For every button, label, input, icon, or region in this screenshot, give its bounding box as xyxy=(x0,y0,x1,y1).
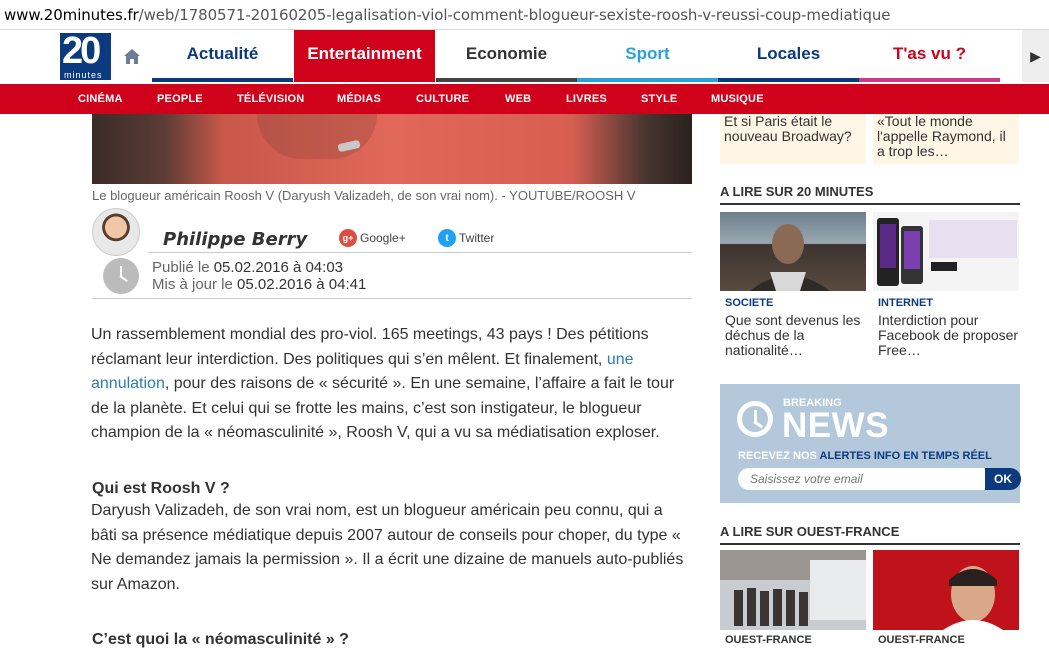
published-value: 05.02.2016 à 04:03 xyxy=(213,259,344,276)
tab-actualite[interactable]: Actualité xyxy=(152,30,293,82)
share-twitter-button[interactable]: t Twitter xyxy=(438,229,494,247)
section-title-20minutes: A LIRE SUR 20 MINUTES xyxy=(720,184,1020,205)
email-field[interactable] xyxy=(738,468,985,490)
photo-caption: Le blogueur américain Roosh V (Daryush V… xyxy=(92,188,636,203)
google-plus-icon: g+ xyxy=(339,229,357,247)
ok-button[interactable]: OK xyxy=(985,468,1021,490)
share-twitter-label: Twitter xyxy=(459,231,495,245)
subnav-television[interactable]: TÉLÉVISION xyxy=(237,93,304,105)
phones-image xyxy=(873,212,1019,291)
address-bar[interactable]: www.20minutes.fr/web/1780571-20160205-le… xyxy=(0,0,1049,30)
intro-text-2: , pour des raisons de « sécurité ». En u… xyxy=(91,375,675,441)
item-title[interactable]: Que sont devenus les déchus de la nation… xyxy=(725,313,871,358)
related-card[interactable]: Et si Paris était le nouveau Broadway? xyxy=(720,114,866,164)
article-photo xyxy=(92,114,692,184)
alerts-text-highlight: ALERTES INFO EN TEMPS RÉEL xyxy=(819,450,992,462)
logo-word: minutes xyxy=(64,70,103,80)
related-title: Et si Paris était le nouveau Broadway? xyxy=(724,114,852,144)
subnav-people[interactable]: PEOPLE xyxy=(157,93,203,105)
subnav-cinema[interactable]: CINÉMA xyxy=(78,93,123,105)
tab-locales[interactable]: Locales xyxy=(718,30,859,82)
portrait-image xyxy=(943,566,1003,630)
related-card[interactable]: «Tout le monde l'appelle Raymond, il a t… xyxy=(873,114,1019,164)
portrait-image xyxy=(750,224,830,291)
published-date: Publié le 05.02.2016 à 04:03 xyxy=(152,259,343,276)
subnav-culture[interactable]: CULTURE xyxy=(416,93,469,105)
heading-qui-est: Qui est Roosh V ? xyxy=(92,480,230,497)
alerts-text-before: RECEVEZ NOS xyxy=(738,450,820,462)
tab-sport[interactable]: Sport xyxy=(577,30,718,82)
paragraph-qui-est: Daryush Valizadeh, de son vrai nom, est … xyxy=(91,502,684,593)
share-google-label: Google+ xyxy=(360,231,406,245)
heading-neomasculinite: C’est quoi la « néomasculinité » ? xyxy=(92,631,349,648)
item-tag: INTERNET xyxy=(878,297,933,309)
author-avatar xyxy=(92,208,140,256)
thumbnail-ouest-france[interactable] xyxy=(720,550,866,630)
paragraph-intro: Un rassemblement mondial des pro-viol. 1… xyxy=(91,323,691,446)
published-label: Publié le xyxy=(152,259,210,276)
url-text[interactable]: www.20minutes.fr/web/1780571-20160205-le… xyxy=(4,6,891,24)
nav-next-arrow[interactable]: ▶ xyxy=(1022,30,1049,82)
url-domain: www.20minutes.fr xyxy=(4,6,139,24)
sub-nav: CINÉMA PEOPLE TÉLÉVISION MÉDIAS CULTURE … xyxy=(0,84,1049,114)
twitter-icon: t xyxy=(438,229,456,247)
url-path: /web/1780571-20160205-legalisation-viol-… xyxy=(138,6,891,24)
divider xyxy=(148,252,692,253)
logo-number: 20 xyxy=(62,30,101,72)
subnav-livres[interactable]: LIVRES xyxy=(566,93,607,105)
subnav-web[interactable]: WEB xyxy=(505,93,531,105)
news-label: NEWS xyxy=(782,406,889,445)
subnav-musique[interactable]: MUSIQUE xyxy=(711,93,764,105)
divider xyxy=(92,298,692,299)
author-name[interactable]: Philippe Berry xyxy=(163,229,307,250)
site-logo[interactable]: 20 minutes xyxy=(60,30,111,80)
chevron-right-icon: ▶ xyxy=(1030,47,1041,64)
item-tag: OUEST-FRANCE xyxy=(725,634,812,646)
share-google-button[interactable]: g+ Google+ xyxy=(339,229,406,247)
alerts-text: RECEVEZ NOS ALERTES INFO EN TEMPS RÉEL xyxy=(738,450,992,462)
tab-tas-vu[interactable]: T'as vu ? xyxy=(859,30,1000,82)
updated-value: 05.02.2016 à 04:41 xyxy=(237,276,367,293)
clock-icon xyxy=(103,258,139,294)
home-icon xyxy=(124,48,140,64)
breaking-news-box: BREAKING NEWS RECEVEZ NOS ALERTES INFO E… xyxy=(720,384,1021,503)
home-button[interactable] xyxy=(112,30,152,82)
item-title[interactable]: Interdiction pour Facebook de proposer F… xyxy=(878,313,1024,358)
section-title-ouest-france: A LIRE SUR OUEST-FRANCE xyxy=(720,524,1020,545)
clock-icon xyxy=(737,401,773,437)
group-photo xyxy=(720,550,866,626)
related-title: «Tout le monde l'appelle Raymond, il a t… xyxy=(877,114,1006,159)
intro-text-1: Un rassemblement mondial des pro-viol. 1… xyxy=(91,326,649,368)
item-tag: OUEST-FRANCE xyxy=(878,634,965,646)
subnav-style[interactable]: STYLE xyxy=(641,93,677,105)
subnav-medias[interactable]: MÉDIAS xyxy=(337,93,381,105)
thumbnail-internet[interactable] xyxy=(873,212,1019,291)
updated-date: Mis à jour le 05.02.2016 à 04:41 xyxy=(152,276,366,293)
thumbnail-societe[interactable] xyxy=(720,212,866,291)
tab-economie[interactable]: Economie xyxy=(436,30,577,82)
item-tag: SOCIETE xyxy=(725,297,774,309)
main-nav: 20 minutes Actualité Entertainment Econo… xyxy=(0,30,1049,84)
updated-label: Mis à jour le xyxy=(152,276,233,293)
thumbnail-ouest-france[interactable] xyxy=(873,550,1019,630)
tab-entertainment[interactable]: Entertainment xyxy=(294,30,435,82)
